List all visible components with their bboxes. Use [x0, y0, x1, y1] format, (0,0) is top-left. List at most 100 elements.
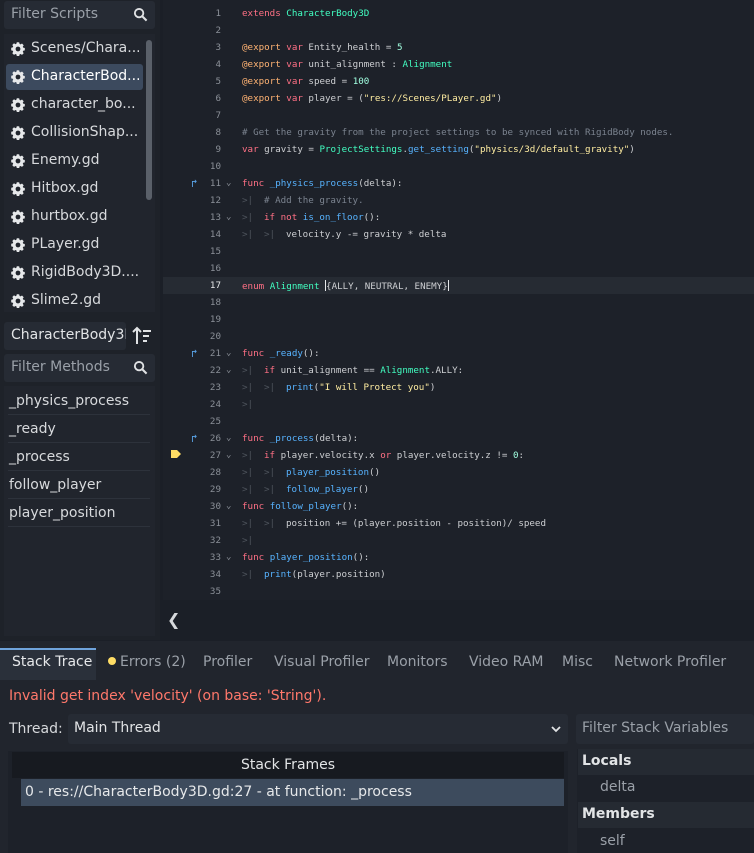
debugger-tab[interactable]: Visual Profiler — [274, 654, 370, 670]
code-line[interactable]: 26 ⌄ ↱ func _process(delta): — [163, 430, 754, 447]
method-list-item[interactable]: follow_player — [9, 477, 101, 493]
thread-select[interactable]: Main Thread — [68, 714, 568, 744]
script-list-item[interactable]: RigidBody3D.... — [6, 260, 143, 286]
script-list-item-label: Slime2.gd — [31, 292, 102, 308]
code-line[interactable]: 4 @export var unit_alignment : Alignment — [163, 56, 754, 73]
script-list-item[interactable]: Hitbox.gd — [6, 176, 143, 202]
code-line[interactable]: 27 ⌄ >| if player.velocity.x or player.velo… — [163, 447, 754, 464]
script-list-item[interactable]: PLayer.gd — [6, 232, 143, 258]
code-line[interactable]: 24 >| — [163, 396, 754, 413]
script-list-item[interactable]: hurtbox.gd — [6, 204, 143, 230]
fold-arrow-icon[interactable]: ⌄ — [226, 348, 231, 358]
code-line[interactable]: 7 — [163, 107, 754, 124]
script-list-item[interactable]: CharacterBod... — [6, 64, 143, 90]
script-list-item[interactable]: CollisionShap... — [6, 120, 143, 146]
method-list-item[interactable]: _ready — [9, 421, 56, 437]
code-line[interactable]: 23 >| >| print("I will Protect you") — [163, 379, 754, 396]
connected-signal-icon[interactable]: ↱ — [191, 347, 198, 360]
code-text: func _process(delta): — [242, 433, 359, 444]
line-number: 16 — [209, 263, 221, 274]
sort-icon[interactable] — [130, 324, 154, 348]
variable-item[interactable]: self — [600, 833, 625, 849]
gear-icon — [10, 125, 26, 141]
connected-signal-icon[interactable]: ↱ — [191, 432, 198, 445]
fold-arrow-icon[interactable]: ⌄ — [226, 433, 231, 443]
locals-section-label[interactable]: Locals — [582, 753, 631, 769]
code-line[interactable]: 6 @export var player = ("res://Scenes/PLa… — [163, 90, 754, 107]
members-section-label[interactable]: Members — [582, 806, 655, 822]
code-line[interactable]: 8 # Get the gravity from the project sett… — [163, 124, 754, 141]
thread-label: Thread: — [9, 721, 63, 737]
code-line[interactable]: 35 — [163, 583, 754, 600]
method-list-item[interactable]: _physics_process — [9, 393, 129, 409]
code-line[interactable]: 13 ⌄ >| if not is_on_floor(): — [163, 209, 754, 226]
fold-arrow-icon[interactable]: ⌄ — [226, 450, 231, 460]
code-line[interactable]: 19 — [163, 311, 754, 328]
code-line[interactable]: 28 >| >| player_position() — [163, 464, 754, 481]
debugger-tab[interactable]: Monitors — [387, 654, 448, 670]
gear-icon — [10, 265, 26, 281]
warning-dot-icon — [108, 657, 116, 665]
code-text: >| >| print("I will Protect you") — [242, 382, 436, 393]
code-text: # Get the gravity from the project setti… — [242, 127, 674, 138]
fold-arrow-icon[interactable]: ⌄ — [226, 178, 231, 188]
code-line[interactable]: 22 ⌄ >| if unit_alignment == Alignment.ALLY… — [163, 362, 754, 379]
filter-methods-input[interactable]: Filter Methods — [4, 354, 155, 382]
code-text: @export var player = ("res://Scenes/PLay… — [242, 93, 503, 104]
code-line[interactable]: 33 ⌄ func player_position(): — [163, 549, 754, 566]
code-line[interactable]: 18 — [163, 294, 754, 311]
script-list-item[interactable]: Scenes/Chara... — [6, 36, 143, 62]
code-line[interactable]: 3 @export var Entity_health = 5 — [163, 39, 754, 56]
code-line[interactable]: 9 var gravity = ProjectSettings.get_setti… — [163, 141, 754, 158]
line-number: 30 — [209, 501, 221, 512]
code-line[interactable]: 29 >| >| follow_player() — [163, 481, 754, 498]
line-number: 32 — [209, 535, 221, 546]
script-list-item[interactable]: character_bo... — [6, 92, 143, 118]
code-line[interactable]: 21 ⌄ ↱ func _ready(): — [163, 345, 754, 362]
variable-item[interactable]: delta — [600, 779, 635, 795]
code-line[interactable]: 11 ⌄ ↱ func _physics_process(delta): — [163, 175, 754, 192]
line-number: 28 — [209, 467, 221, 478]
code-line[interactable]: 30 ⌄ func follow_player(): — [163, 498, 754, 515]
code-line[interactable]: 15 — [163, 243, 754, 260]
script-list-item[interactable]: Enemy.gd — [6, 148, 143, 174]
collapse-left-arrow-icon[interactable]: ❮ — [167, 610, 180, 629]
code-line[interactable]: 12 >| # Add the gravity. — [163, 192, 754, 209]
script-list-scrollbar[interactable] — [146, 40, 152, 200]
line-number: 34 — [209, 569, 221, 580]
stack-frame-row[interactable]: 0 - res://CharacterBody3D.gd:27 - at fun… — [21, 779, 564, 806]
code-line[interactable]: 25 — [163, 413, 754, 430]
code-line[interactable]: 1 extends CharacterBody3D — [163, 5, 754, 22]
code-text: >| >| position += (player.position - posit… — [242, 518, 546, 529]
code-line[interactable]: 14 >| >| velocity.y -= gravity * delta — [163, 226, 754, 243]
method-list-item[interactable]: player_position — [9, 505, 115, 521]
code-line[interactable]: 16 — [163, 260, 754, 277]
code-line[interactable]: 31 >| >| position += (player.position - pos… — [163, 515, 754, 532]
fold-arrow-icon[interactable]: ⌄ — [226, 501, 231, 511]
code-line[interactable]: 5 @export var speed = 100 — [163, 73, 754, 90]
filter-stack-variables-input[interactable]: Filter Stack Variables — [576, 714, 754, 744]
debugger-tab[interactable]: Misc — [562, 654, 593, 670]
code-editor[interactable]: 1 extends CharacterBody3D 2 3 @export var En… — [163, 0, 754, 600]
debugger-tab[interactable]: Video RAM — [469, 654, 544, 670]
code-text: extends CharacterBody3D — [242, 8, 370, 19]
script-list-item-label: CharacterBod... — [31, 68, 139, 84]
code-line[interactable]: 34 >| print(player.position) — [163, 566, 754, 583]
fold-arrow-icon[interactable]: ⌄ — [226, 365, 231, 375]
code-line[interactable]: 32 >| — [163, 532, 754, 549]
code-line[interactable]: 17 enum Alignment {ALLY, NEUTRAL, ENEMY} — [163, 277, 754, 294]
code-text: @export var Entity_health = 5 — [242, 42, 403, 53]
debugger-tab[interactable]: Network Profiler — [614, 654, 726, 670]
code-line[interactable]: 2 — [163, 22, 754, 39]
code-line[interactable]: 10 — [163, 158, 754, 175]
filter-scripts-input[interactable]: Filter Scripts — [4, 1, 155, 29]
connected-signal-icon[interactable]: ↱ — [191, 177, 198, 190]
debugger-tab[interactable]: Stack Trace — [12, 654, 92, 670]
fold-arrow-icon[interactable]: ⌄ — [226, 552, 231, 562]
code-line[interactable]: 20 — [163, 328, 754, 345]
debugger-tab[interactable]: Profiler — [203, 654, 252, 670]
script-list-item[interactable]: Slime2.gd — [6, 288, 143, 312]
fold-arrow-icon[interactable]: ⌄ — [226, 212, 231, 222]
debugger-tab[interactable]: Errors (2) — [108, 654, 186, 670]
method-list-item[interactable]: _process — [9, 449, 70, 465]
